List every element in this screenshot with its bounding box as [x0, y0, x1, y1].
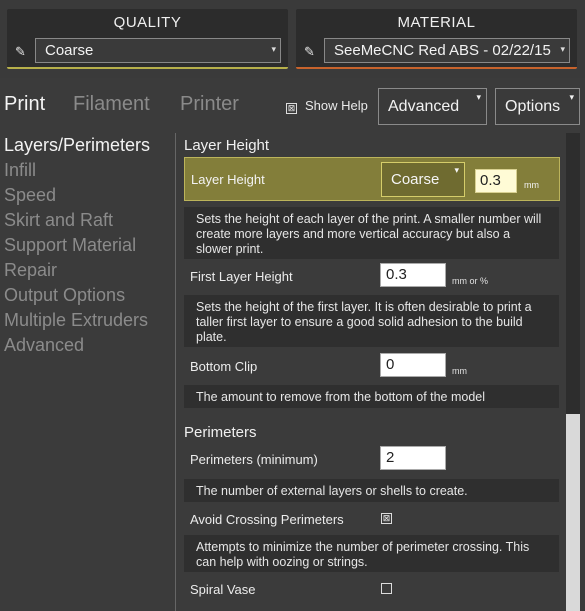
bottom-clip-help: The amount to remove from the bottom of …	[184, 385, 559, 408]
show-help-checkbox[interactable]: ⊠	[286, 103, 297, 114]
first-layer-height-help: Sets the height of the first layer. It i…	[184, 295, 559, 347]
options-button[interactable]: Options ▾	[495, 88, 580, 125]
settings-tab-row: Print Filament Printer ⊠ Show Help Advanc…	[0, 86, 585, 126]
mode-select-value: Advanced	[388, 98, 460, 115]
sidebar-item-support-material[interactable]: Support Material	[0, 233, 172, 258]
spiral-vase-checkbox[interactable]	[381, 583, 392, 594]
tab-print[interactable]: Print	[4, 93, 45, 116]
show-help-label: Show Help	[305, 98, 368, 113]
spiral-vase-label: Spiral Vase	[190, 582, 256, 597]
settings-content: Layer Height Layer Height Coarse ▾ 0.3 m…	[178, 133, 563, 611]
chevron-down-icon: ▾	[271, 44, 276, 54]
layer-height-row: Layer Height Coarse ▾ 0.3 mm	[184, 157, 560, 201]
perimeters-min-row: Perimeters (minimum) 2	[184, 446, 561, 472]
material-select[interactable]: SeeMeCNC Red ABS - 02/22/15 ▾	[324, 38, 570, 63]
first-layer-height-row: First Layer Height 0.3 mm or %	[184, 263, 561, 289]
first-layer-height-unit: mm or %	[452, 276, 488, 286]
sidebar-item-repair[interactable]: Repair	[0, 258, 172, 283]
sidebar-item-speed[interactable]: Speed	[0, 183, 172, 208]
layer-height-preset-select[interactable]: Coarse ▾	[381, 162, 465, 197]
sidebar-item-multiple-extruders[interactable]: Multiple Extruders	[0, 308, 172, 333]
layer-height-preset-value: Coarse	[391, 171, 440, 188]
first-layer-height-input[interactable]: 0.3	[380, 263, 446, 287]
bottom-clip-input[interactable]: 0	[380, 353, 446, 377]
scrollbar-thumb[interactable]	[566, 414, 580, 611]
quality-select-value: Coarse	[45, 42, 94, 59]
mode-select[interactable]: Advanced ▾	[378, 88, 487, 125]
layer-height-label: Layer Height	[191, 172, 265, 187]
material-select-value: SeeMeCNC Red ABS - 02/22/15	[334, 42, 551, 59]
perimeters-min-help: The number of external layers or shells …	[184, 479, 559, 502]
sidebar-item-advanced[interactable]: Advanced	[0, 333, 172, 358]
sidebar-item-skirt-and-raft[interactable]: Skirt and Raft	[0, 208, 172, 233]
section-title-perimeters: Perimeters	[184, 424, 257, 441]
material-panel: MATERIAL ✎ SeeMeCNC Red ABS - 02/22/15 ▾	[296, 9, 577, 69]
tab-filament[interactable]: Filament	[73, 93, 150, 116]
perimeters-min-label: Perimeters (minimum)	[190, 452, 318, 467]
avoid-crossing-label: Avoid Crossing Perimeters	[190, 512, 344, 527]
sidebar-item-layers-perimeters[interactable]: Layers/Perimeters	[0, 133, 172, 158]
quality-material-bar: QUALITY ✎ Coarse ▾ MATERIAL ✎ SeeMeCNC R…	[0, 0, 585, 78]
layer-height-unit: mm	[524, 180, 539, 190]
show-help-toggle[interactable]: ⊠ Show Help	[286, 98, 368, 114]
avoid-crossing-checkbox[interactable]: ⊠	[381, 513, 392, 524]
section-title-layer-height: Layer Height	[184, 137, 270, 154]
quality-panel: QUALITY ✎ Coarse ▾	[7, 9, 288, 69]
bottom-clip-label: Bottom Clip	[190, 359, 258, 374]
chevron-down-icon: ▾	[476, 92, 481, 102]
sidebar-divider	[175, 133, 176, 611]
pencil-icon[interactable]: ✎	[304, 44, 315, 60]
layer-height-input[interactable]: 0.3	[475, 169, 517, 193]
pencil-icon[interactable]: ✎	[15, 44, 26, 60]
options-button-label: Options	[505, 98, 561, 115]
chevron-down-icon: ▾	[454, 165, 459, 175]
layer-height-help: Sets the height of each layer of the pri…	[184, 207, 559, 259]
chevron-down-icon: ▾	[560, 44, 565, 54]
quality-title: QUALITY	[113, 14, 182, 31]
spiral-vase-row: Spiral Vase	[184, 579, 561, 599]
material-title: MATERIAL	[397, 14, 476, 31]
sidebar-item-output-options[interactable]: Output Options	[0, 283, 172, 308]
avoid-crossing-row: Avoid Crossing Perimeters ⊠	[184, 509, 561, 529]
avoid-crossing-help: Attempts to minimize the number of perim…	[184, 535, 559, 572]
quality-select[interactable]: Coarse ▾	[35, 38, 281, 63]
sidebar-item-infill[interactable]: Infill	[0, 158, 172, 183]
first-layer-height-label: First Layer Height	[190, 269, 293, 284]
bottom-clip-unit: mm	[452, 366, 467, 376]
bottom-clip-row: Bottom Clip 0 mm	[184, 353, 561, 379]
perimeters-min-input[interactable]: 2	[380, 446, 446, 470]
tab-printer[interactable]: Printer	[180, 93, 239, 116]
settings-category-sidebar: Layers/Perimeters Infill Speed Skirt and…	[0, 133, 172, 358]
chevron-down-icon: ▾	[569, 92, 574, 102]
